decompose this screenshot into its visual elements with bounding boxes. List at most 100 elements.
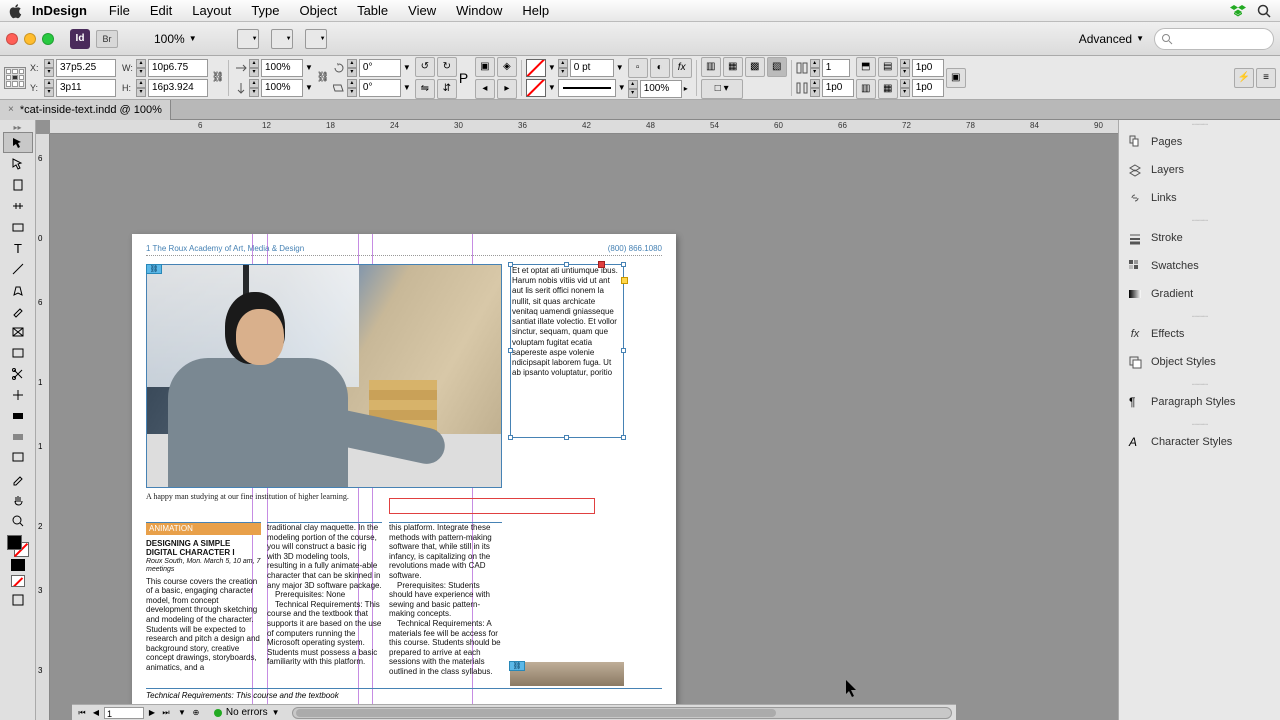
live-corner-icon[interactable]	[621, 277, 628, 284]
empty-caption-frame[interactable]	[389, 498, 595, 514]
wrap-shape-button[interactable]: ▩	[745, 57, 765, 77]
inset2-input[interactable]: 1p0	[912, 79, 944, 97]
page-tool[interactable]	[3, 174, 33, 195]
collapse-icon[interactable]: ▸▸	[3, 122, 33, 132]
rectangle-frame-tool[interactable]	[3, 321, 33, 342]
panel-stroke[interactable]: Stroke	[1119, 224, 1280, 252]
quick-apply-button[interactable]: ⚡	[1234, 68, 1254, 88]
apple-logo-icon[interactable]	[8, 3, 24, 19]
menu-layout[interactable]: Layout	[182, 3, 241, 18]
menu-window[interactable]: Window	[446, 3, 512, 18]
columns-input[interactable]: 1	[822, 59, 850, 77]
gap-tool[interactable]	[3, 195, 33, 216]
constrain-toggle[interactable]: ⛓	[212, 60, 224, 96]
menu-help[interactable]: Help	[512, 3, 559, 18]
panel-links[interactable]: Links	[1119, 184, 1280, 212]
frame-fitting[interactable]: ▣	[946, 68, 966, 88]
window-minimize-button[interactable]	[24, 33, 36, 45]
apply-none-button[interactable]	[3, 573, 33, 589]
panel-menu-button[interactable]: ≡	[1256, 68, 1276, 88]
scale-x-input[interactable]: 100%	[261, 59, 303, 77]
fx-icon[interactable]: fx	[672, 58, 692, 78]
sy-spinner[interactable]: ▴▾	[249, 79, 259, 97]
sx-spinner[interactable]: ▴▾	[249, 59, 259, 77]
wrap-jump-button[interactable]: ▧	[767, 57, 787, 77]
resize-handle[interactable]	[621, 262, 626, 267]
menu-table[interactable]: Table	[347, 3, 398, 18]
y-input[interactable]: 3p11	[56, 79, 116, 97]
text-column-2[interactable]: traditional clay maquette. In the modeli…	[267, 522, 382, 667]
inset2-spinner[interactable]: ▴▾	[900, 79, 910, 97]
first-page-button[interactable]: ⏮	[76, 707, 88, 719]
panel-character-styles[interactable]: ACharacter Styles	[1119, 428, 1280, 456]
gradient-feather-tool[interactable]	[3, 426, 33, 447]
zoom-level[interactable]: 100%▼	[150, 32, 201, 46]
panel-paragraph-styles[interactable]: ¶Paragraph Styles	[1119, 388, 1280, 416]
y-spinner[interactable]: ▴▾	[44, 79, 54, 97]
w-input[interactable]: 10p6.75	[148, 59, 208, 77]
close-tab-icon[interactable]: ×	[8, 104, 14, 115]
window-maximize-button[interactable]	[42, 33, 54, 45]
pencil-tool[interactable]	[3, 300, 33, 321]
preflight-status[interactable]: No errors ▼	[214, 707, 280, 718]
gutter-input[interactable]: 1p0	[822, 79, 854, 97]
align-top-button[interactable]: ⬒	[856, 57, 876, 77]
select-content-button[interactable]: ◈	[497, 57, 517, 77]
scissors-tool[interactable]	[3, 363, 33, 384]
menu-type[interactable]: Type	[241, 3, 289, 18]
stroke-weight-input[interactable]: 0 pt	[570, 59, 614, 77]
select-container-button[interactable]: ▣	[475, 57, 495, 77]
h-spinner[interactable]: ▴▾	[136, 79, 146, 97]
panel-swatches[interactable]: Swatches	[1119, 252, 1280, 280]
window-close-button[interactable]	[6, 33, 18, 45]
stroke-swatch[interactable]	[526, 79, 546, 97]
content-collector-tool[interactable]	[3, 216, 33, 237]
inset-spinner[interactable]: ▴▾	[900, 59, 910, 77]
canvas[interactable]: 1 The Roux Academy of Art, Media & Desig…	[50, 134, 1118, 720]
thread-indicator[interactable]	[598, 261, 605, 268]
eyedropper-tool[interactable]	[3, 468, 33, 489]
stroke-spinner[interactable]: ▴▾	[558, 59, 568, 77]
bridge-button[interactable]: Br	[96, 30, 118, 48]
app-name[interactable]: InDesign	[32, 3, 87, 18]
horizontal-ruler[interactable]: 6 12 18 24 30 36 42 48 54 60 66 72 78 84…	[50, 120, 1118, 134]
image-frame[interactable]: ⛓	[146, 264, 502, 488]
panel-effects[interactable]: fxEffects	[1119, 320, 1280, 348]
w-spinner[interactable]: ▴▾	[136, 59, 146, 77]
op-spinner[interactable]: ▴▾	[628, 80, 638, 98]
wrap-bb-button[interactable]: ▦	[723, 57, 743, 77]
menu-object[interactable]: Object	[290, 3, 348, 18]
fill-swatch[interactable]	[526, 59, 546, 77]
panel-layers[interactable]: Layers	[1119, 156, 1280, 184]
screen-mode-dropdown[interactable]: ▼	[271, 29, 293, 49]
flip-v-button[interactable]: ⇵	[437, 79, 457, 99]
page-spread[interactable]: 1 The Roux Academy of Art, Media & Desig…	[132, 234, 676, 714]
inset-input[interactable]: 1p0	[912, 59, 944, 77]
dropbox-icon[interactable]	[1230, 3, 1246, 19]
panel-pages[interactable]: Pages	[1119, 128, 1280, 156]
opacity-input[interactable]: 100%	[640, 80, 682, 98]
selected-text-frame[interactable]: Et et optat ati untiumque ibus. Harum no…	[510, 264, 624, 438]
menu-file[interactable]: File	[99, 3, 140, 18]
h-input[interactable]: 16p3.924	[148, 79, 208, 97]
more-options-button[interactable]: ▦	[878, 79, 898, 99]
text-options-button[interactable]: ▥	[856, 79, 876, 99]
resize-handle[interactable]	[508, 262, 513, 267]
type-tool[interactable]: T	[3, 237, 33, 258]
spotlight-icon[interactable]	[1256, 3, 1272, 19]
selection-tool[interactable]	[3, 132, 33, 153]
fx-button[interactable]: ▫	[628, 58, 648, 78]
menu-view[interactable]: View	[398, 3, 446, 18]
text-column-3[interactable]: this platform. Integrate these methods w…	[389, 522, 502, 677]
text-column-1[interactable]: ANIMATION DESIGNING A SIMPLE DIGITAL CHA…	[146, 522, 261, 673]
resize-handle[interactable]	[508, 435, 513, 440]
reference-point[interactable]	[4, 67, 26, 89]
help-search-input[interactable]	[1154, 28, 1274, 50]
last-page-button[interactable]: ⏭	[160, 707, 172, 719]
horizontal-scrollbar[interactable]	[292, 707, 952, 719]
fill-stroke-swap[interactable]	[7, 535, 29, 557]
resize-handle[interactable]	[564, 262, 569, 267]
gradient-swatch-tool[interactable]	[3, 405, 33, 426]
page-number-input[interactable]: 1	[104, 707, 144, 719]
pen-tool[interactable]	[3, 279, 33, 300]
